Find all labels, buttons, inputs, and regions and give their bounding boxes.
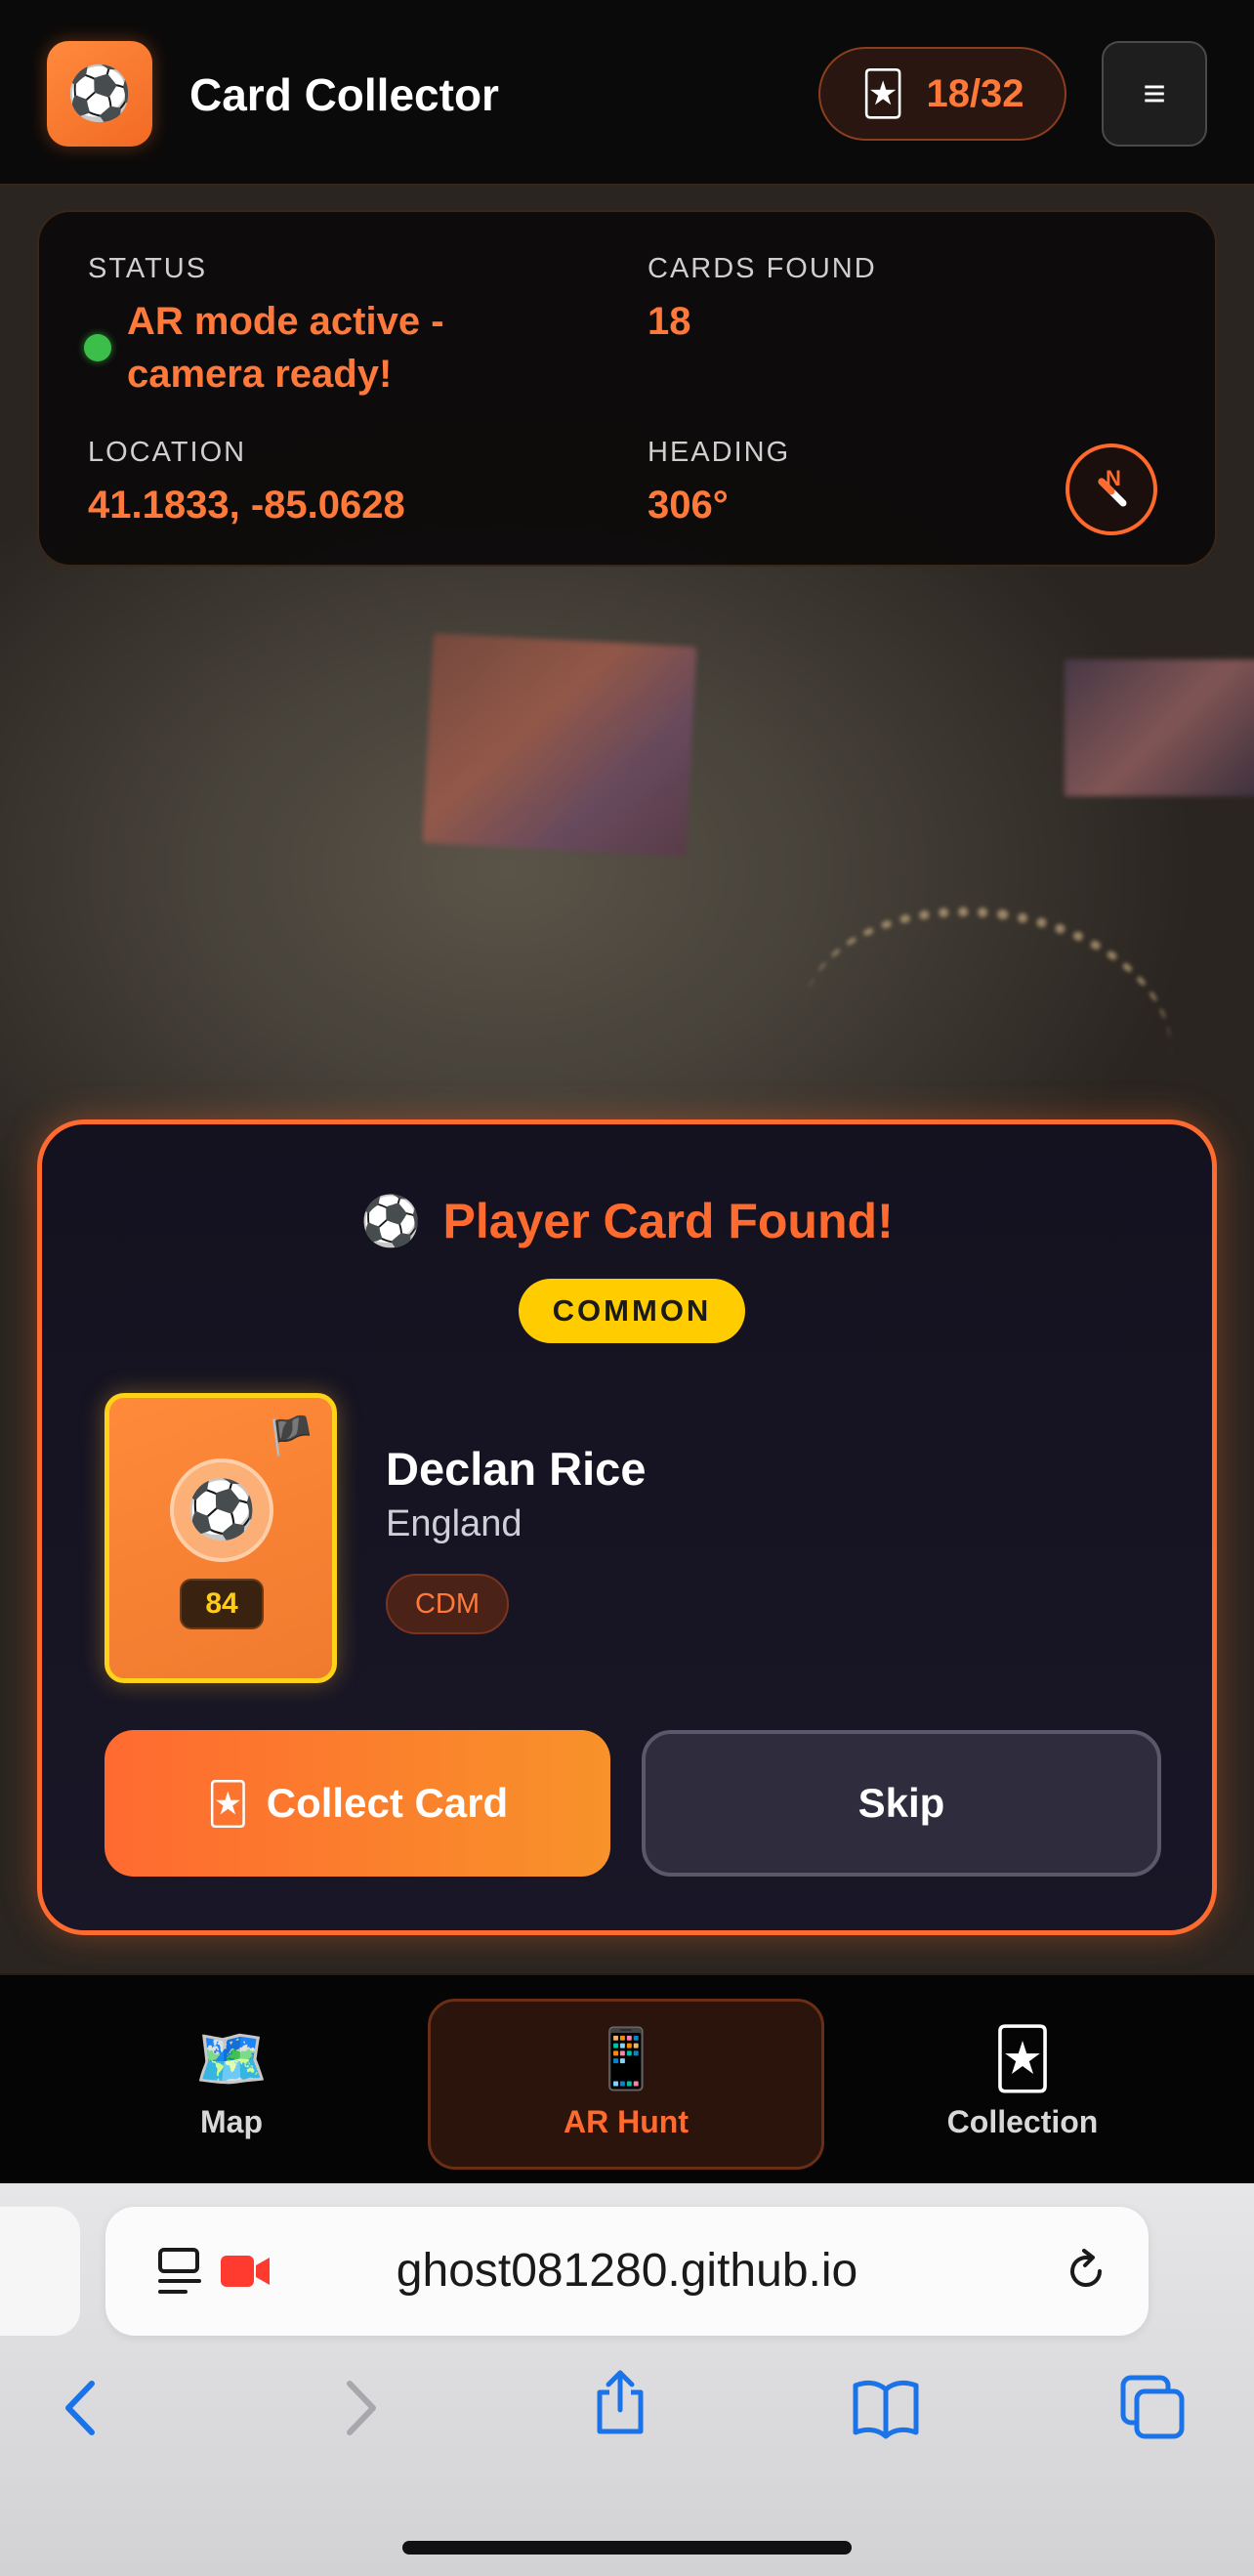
tabs-icon[interactable] [1119,2374,1188,2442]
share-icon[interactable] [586,2369,654,2437]
status-line-2: camera ready! [127,353,393,396]
cards-found-label: CARDS FOUND [648,253,877,284]
found-title: ⚽ Player Card Found! [42,1193,1212,1250]
status-label: STATUS [88,253,208,284]
cards-found-value: 18 [648,300,691,343]
reload-icon[interactable] [1061,2246,1111,2297]
player-rating: 84 [180,1579,264,1629]
card-found-modal: ⚽ Player Card Found! COMMON 🏴 ⚽ 84 Declan… [37,1119,1217,1935]
cards-counter-text: 18/32 [926,71,1024,115]
tab-collection[interactable]: 🃏 Collection [824,1999,1221,2170]
compass-icon[interactable]: N [1066,443,1157,535]
compass-needle-icon: N [1098,466,1127,507]
cards-counter-badge[interactable]: 🃏 18/32 [818,47,1066,141]
status-value: AR mode active - camera ready! [127,295,444,401]
skip-button[interactable]: Skip [642,1730,1161,1877]
app-header: ⚽ Card Collector 🃏 18/32 ≡ [0,0,1254,186]
tab-label: AR Hunt [564,2104,689,2139]
map-icon: 🗺️ [194,2026,269,2091]
app-logo-icon: ⚽ [47,41,152,147]
previous-tab-preview[interactable] [0,2207,80,2336]
card-icon: 🃏 [992,2026,1053,2091]
hamburger-icon: ≡ [1143,71,1166,115]
bottom-tab-bar: 🗺️ Map 📱 AR Hunt 🃏 Collection [0,1973,1254,2183]
soccer-ball-icon: ⚽ [170,1458,273,1562]
tab-map[interactable]: 🗺️ Map [33,1999,430,2170]
browser-toolbar: ghost081280.github.io [0,2183,1254,2576]
url-text: ghost081280.github.io [396,2245,858,2297]
rarity-badge: COMMON [519,1279,745,1343]
status-panel: STATUS AR mode active - camera ready! CA… [37,210,1217,567]
location-value: 41.1833, -85.0628 [88,484,405,527]
status-indicator-dot [84,334,111,361]
card-icon: 🃏 [860,69,905,118]
menu-button[interactable]: ≡ [1102,41,1207,147]
phone-icon: 📱 [589,2026,663,2091]
status-line-1: AR mode active - [127,300,444,343]
back-icon[interactable] [51,2374,119,2442]
bookmarks-icon[interactable] [852,2374,920,2442]
player-name: Declan Rice [386,1443,647,1495]
player-country: England [386,1503,522,1544]
app-title: Card Collector [189,69,499,120]
tab-label: Collection [946,2104,1099,2139]
tab-label: Map [200,2104,263,2139]
location-label: LOCATION [88,437,247,468]
forward-icon[interactable] [322,2374,391,2442]
camera-wall-picture [422,633,697,857]
player-card-thumbnail: 🏴 ⚽ 84 [104,1393,337,1683]
address-bar[interactable]: ghost081280.github.io [105,2207,1149,2336]
camera-wall-picture [1065,659,1254,796]
heading-label: HEADING [648,437,791,468]
collect-card-button[interactable]: 🃏 Collect Card [104,1730,610,1877]
card-icon: 🃏 [206,1780,249,1827]
collect-card-label: Collect Card [266,1780,509,1826]
soccer-ball-icon: ⚽ [360,1194,422,1248]
found-title-text: Player Card Found! [442,1194,894,1248]
home-indicator [402,2541,852,2555]
position-chip: CDM [386,1574,509,1634]
skip-label: Skip [857,1780,945,1826]
flag-icon: 🏴 [268,1416,314,1457]
heading-value: 306° [648,484,729,527]
tab-ar-hunt[interactable]: 📱 AR Hunt [428,1999,824,2170]
